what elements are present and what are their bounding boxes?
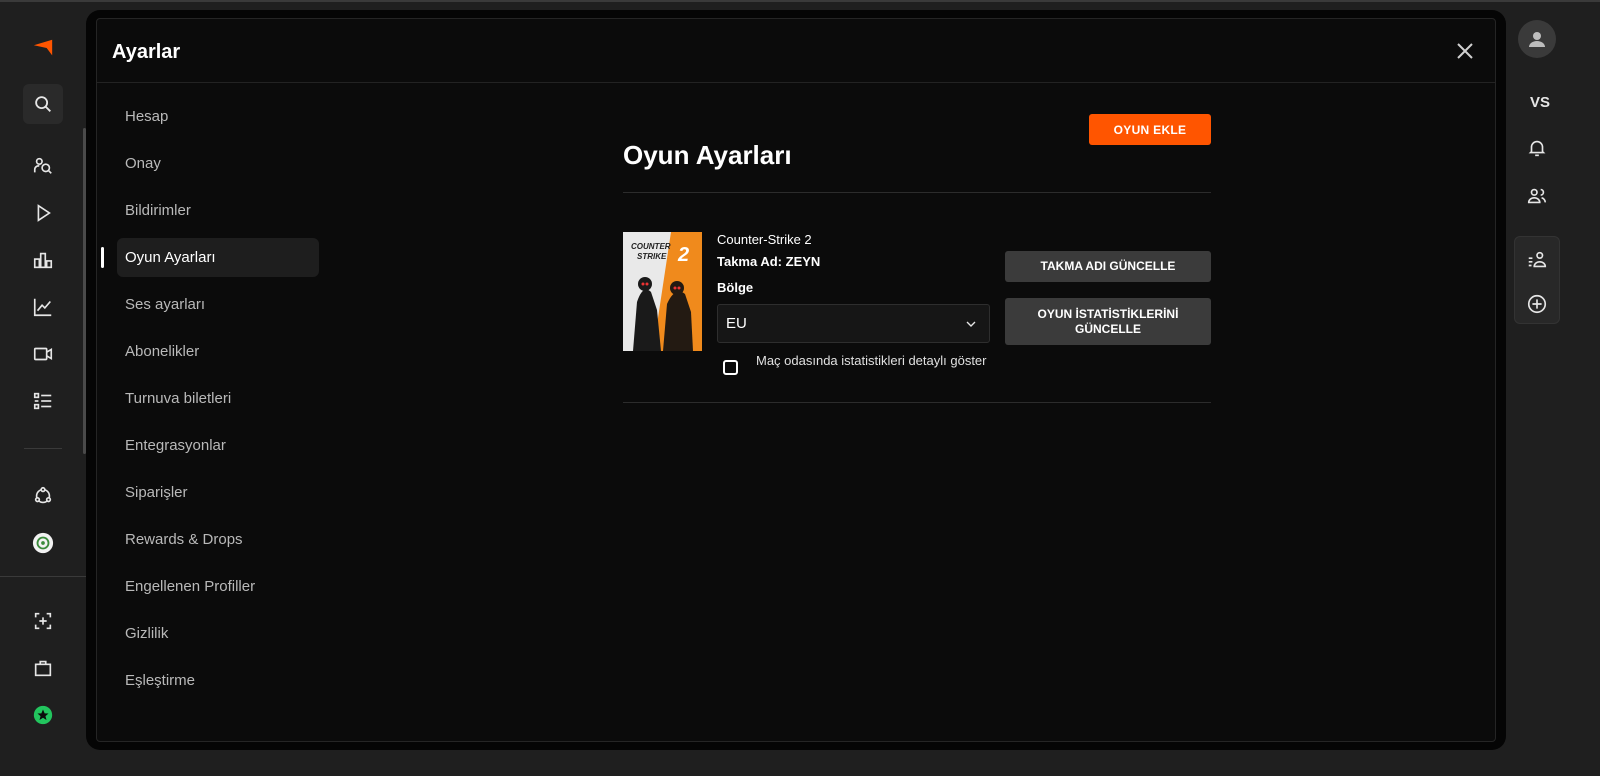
faceit-logo-icon[interactable] [23, 28, 63, 68]
nav-item-eslestirme[interactable]: Eşleştirme [117, 661, 319, 700]
region-select[interactable]: EU [717, 304, 990, 343]
play-icon[interactable] [23, 193, 63, 233]
sidebar-divider-bottom [0, 576, 86, 577]
chevron-down-icon [966, 321, 976, 327]
detailed-stats-checkbox[interactable] [723, 360, 738, 375]
left-sidebar [0, 2, 86, 776]
bottom-scrollbar [47, 759, 1507, 776]
detailed-stats-row: Maç odasında istatistikleri detaylı göst… [717, 353, 990, 375]
sidebar-divider [24, 448, 62, 449]
leaderboard-icon[interactable] [23, 240, 63, 280]
nav-item-oyun-ayarlari[interactable]: Oyun Ayarları [101, 238, 319, 277]
scan-plus-icon[interactable] [23, 601, 63, 641]
cover-title-line1: COUNTER [631, 242, 671, 251]
window-top-line [0, 0, 1600, 2]
detailed-stats-label: Maç odasında istatistikleri detaylı göst… [756, 353, 987, 368]
nav-item-ses-ayarlari[interactable]: Ses ayarları [117, 285, 319, 324]
settings-nav: Hesap Onay Bildirimler Oyun Ayarları Ses… [101, 97, 319, 708]
video-icon[interactable] [23, 334, 63, 374]
game-name: Counter-Strike 2 [717, 232, 812, 247]
update-game-stats-button[interactable]: OYUN İSTATİSTİKLERİNİ GÜNCELLE [1005, 298, 1211, 345]
nav-item-entegrasyonlar[interactable]: Entegrasyonlar [117, 426, 319, 465]
game-cover-image: COUNTER STRIKE 2 [623, 232, 702, 351]
nav-item-siparisler[interactable]: Siparişler [117, 473, 319, 512]
club-avatar-icon[interactable] [23, 523, 63, 563]
modal-title: Ayarlar [112, 41, 181, 63]
vs-button[interactable]: VS [1522, 94, 1558, 111]
nav-item-gizlilik[interactable]: Gizlilik [117, 614, 319, 653]
game-divider [623, 402, 1211, 403]
nav-item-hesap[interactable]: Hesap [117, 97, 319, 136]
nav-item-rewards-drops[interactable]: Rewards & Drops [117, 520, 319, 559]
stats-icon[interactable] [23, 287, 63, 327]
nav-item-engellenen-profiller[interactable]: Engellenen Profiller [117, 567, 319, 606]
close-icon[interactable] [1453, 39, 1477, 63]
briefcase-icon[interactable] [23, 648, 63, 688]
section-title: Oyun Ayarları [623, 140, 792, 170]
user-avatar-icon[interactable] [1518, 20, 1556, 58]
list-icon[interactable] [23, 381, 63, 421]
right-sidebar [1514, 2, 1600, 776]
add-game-button[interactable]: OYUN EKLE [1089, 114, 1211, 145]
nav-item-onay[interactable]: Onay [117, 144, 319, 183]
green-star-icon[interactable] [23, 695, 63, 735]
nav-item-turnuva-biletleri[interactable]: Turnuva biletleri [117, 379, 319, 418]
cover-title-line2: STRIKE [637, 252, 667, 261]
cover-number: 2 [677, 244, 689, 266]
friends-icon[interactable] [1517, 176, 1557, 216]
bell-icon[interactable] [1517, 128, 1557, 168]
game-nickname: Takma Ad: ZEYN [717, 254, 821, 269]
section-divider [623, 192, 1211, 193]
search-icon[interactable] [23, 84, 63, 124]
party-icon[interactable] [1517, 240, 1557, 280]
find-players-icon[interactable] [23, 146, 63, 186]
nav-item-abonelikler[interactable]: Abonelikler [117, 332, 319, 371]
add-circle-icon[interactable] [1517, 284, 1557, 324]
modal-header: Ayarlar [97, 19, 1495, 83]
update-nickname-button[interactable]: TAKMA ADI GÜNCELLE [1005, 251, 1211, 282]
game-info: Counter-Strike 2 Takma Ad: ZEYN Bölge EU… [717, 232, 990, 375]
region-select-value: EU [726, 315, 747, 332]
hub-icon[interactable] [23, 476, 63, 516]
settings-modal: Ayarlar Hesap Onay Bildirimler Oyun Ayar… [96, 18, 1496, 742]
region-label: Bölge [717, 280, 754, 295]
nav-item-bildirimler[interactable]: Bildirimler [117, 191, 319, 230]
